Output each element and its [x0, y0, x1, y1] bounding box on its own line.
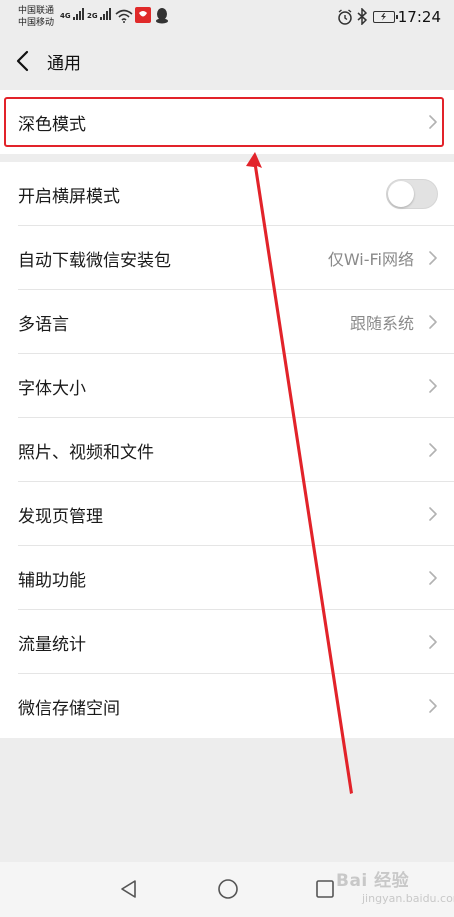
dark-mode-row[interactable]: 深色模式 — [0, 90, 454, 154]
toggle-knob — [388, 181, 414, 207]
chevron-right-icon — [429, 635, 437, 649]
data-usage-label: 流量统计 — [18, 634, 86, 655]
battery-icon — [373, 11, 398, 23]
app-notification-icon — [135, 7, 151, 23]
discover-manage-label: 发现页管理 — [18, 506, 103, 527]
media-files-row[interactable]: 照片、视频和文件 — [0, 418, 454, 482]
signal-2-icon: 2G — [87, 8, 111, 20]
carrier-info: 中国联通 中国移动 — [18, 5, 54, 29]
accessibility-label: 辅助功能 — [18, 570, 86, 591]
network-1-label: 4G — [60, 12, 71, 20]
chevron-right-icon — [429, 315, 437, 329]
alarm-icon — [338, 9, 352, 25]
carrier-1-label: 中国联通 — [18, 6, 55, 16]
font-size-row[interactable]: 字体大小 — [0, 354, 454, 418]
network-2-label: 2G — [87, 12, 98, 20]
wifi-icon — [115, 9, 133, 23]
auto-download-row[interactable]: 自动下载微信安装包 仅Wi-Fi网络 — [0, 226, 454, 290]
landscape-mode-label: 开启横屏模式 — [18, 186, 120, 207]
discover-manage-row[interactable]: 发现页管理 — [0, 482, 454, 546]
watermark-url: jingyan.baidu.com — [362, 892, 454, 905]
carrier-2-label: 中国移动 — [18, 18, 55, 28]
auto-download-label: 自动下载微信安装包 — [18, 250, 171, 271]
language-value: 跟随系统 — [349, 314, 414, 333]
chevron-right-icon — [429, 571, 437, 585]
font-size-label: 字体大小 — [18, 378, 86, 399]
bluetooth-icon — [357, 8, 367, 25]
data-usage-row[interactable]: 流量统计 — [0, 610, 454, 674]
chevron-right-icon — [429, 379, 437, 393]
header-bar: 通用 — [0, 36, 454, 88]
qq-icon — [156, 8, 168, 24]
status-time: 17:24 — [397, 8, 441, 26]
chevron-right-icon — [429, 443, 437, 457]
storage-label: 微信存储空间 — [18, 698, 120, 719]
chevron-right-icon — [429, 251, 437, 265]
auto-download-value: 仅Wi-Fi网络 — [327, 250, 414, 269]
language-label: 多语言 — [18, 314, 69, 335]
dark-mode-group: 深色模式 — [0, 90, 454, 154]
accessibility-row[interactable]: 辅助功能 — [0, 546, 454, 610]
landscape-mode-toggle[interactable] — [386, 179, 438, 209]
chevron-right-icon — [429, 699, 437, 713]
status-bar: 中国联通 中国移动 4G 2G 17:24 — [0, 0, 454, 36]
media-files-label: 照片、视频和文件 — [18, 442, 154, 463]
language-row[interactable]: 多语言 跟随系统 — [0, 290, 454, 354]
signal-1-icon: 4G — [60, 8, 84, 20]
chevron-right-icon — [429, 115, 437, 129]
home-circle-icon[interactable] — [217, 878, 239, 900]
watermark-logo: Bai 经验 — [336, 871, 410, 891]
storage-row[interactable]: 微信存储空间 — [0, 674, 454, 738]
chevron-right-icon — [429, 507, 437, 521]
page-title: 通用 — [47, 54, 81, 74]
dark-mode-label: 深色模式 — [18, 114, 86, 135]
settings-group: 开启横屏模式 自动下载微信安装包 仅Wi-Fi网络 多语言 跟随系统 字体大小 … — [0, 162, 454, 738]
chevron-left-icon[interactable] — [12, 48, 34, 74]
landscape-mode-row[interactable]: 开启横屏模式 — [0, 162, 454, 226]
back-triangle-icon[interactable] — [118, 878, 140, 900]
recents-square-icon[interactable] — [314, 878, 336, 900]
